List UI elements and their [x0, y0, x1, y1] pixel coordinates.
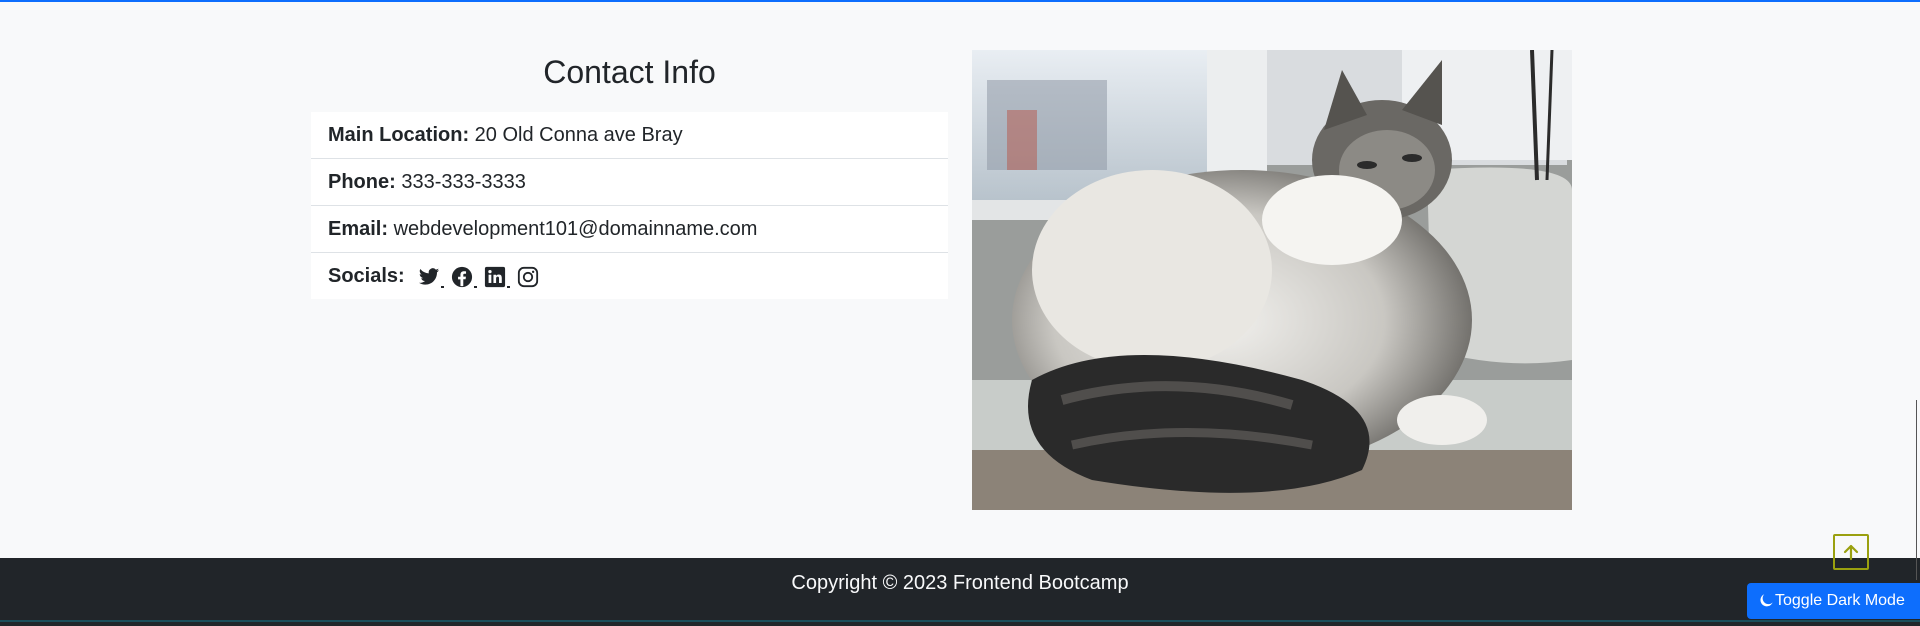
scrollbar-thumb[interactable] — [1916, 400, 1917, 580]
contact-title: Contact Info — [543, 54, 716, 90]
moon-icon — [1759, 594, 1773, 608]
cat-photo — [972, 50, 1572, 510]
toggle-dark-mode-button[interactable]: Toggle Dark Mode — [1747, 583, 1920, 619]
instagram-icon[interactable] — [517, 266, 539, 288]
contact-phone-row: Phone: 333-333-3333 — [311, 159, 948, 206]
location-label: Main Location: — [328, 124, 470, 146]
cat-photo-illustration — [972, 50, 1572, 510]
footer-copyright: Copyright © 2023 Frontend Bootcamp — [791, 572, 1129, 594]
socials-label: Socials: — [328, 265, 405, 287]
location-value: 20 Old Conna ave Bray — [474, 124, 683, 146]
arrow-up-icon — [1843, 544, 1859, 561]
scroll-to-top-button[interactable] — [1833, 534, 1869, 570]
facebook-icon[interactable] — [451, 266, 478, 288]
linkedin-icon[interactable] — [484, 266, 511, 288]
contact-list: Main Location: 20 Old Conna ave Bray Pho… — [311, 112, 948, 299]
phone-value: 333-333-3333 — [401, 171, 526, 193]
contact-email-row: Email: webdevelopment101@domainname.com — [311, 206, 948, 253]
contact-socials-row: Socials: — [311, 253, 948, 299]
site-footer: Copyright © 2023 Frontend Bootcamp — [0, 558, 1920, 626]
twitter-icon[interactable] — [418, 266, 445, 288]
footer-divider — [0, 620, 1920, 622]
email-label: Email: — [328, 218, 389, 240]
toggle-dark-mode-label: Toggle Dark Mode — [1775, 592, 1905, 609]
email-value: webdevelopment101@domainname.com — [393, 218, 758, 240]
socials-links — [418, 266, 539, 288]
phone-label: Phone: — [328, 171, 396, 193]
top-accent-border — [0, 0, 1920, 2]
contact-location-row: Main Location: 20 Old Conna ave Bray — [311, 112, 948, 159]
contact-section: Contact Info Main Location: 20 Old Conna… — [311, 50, 948, 299]
